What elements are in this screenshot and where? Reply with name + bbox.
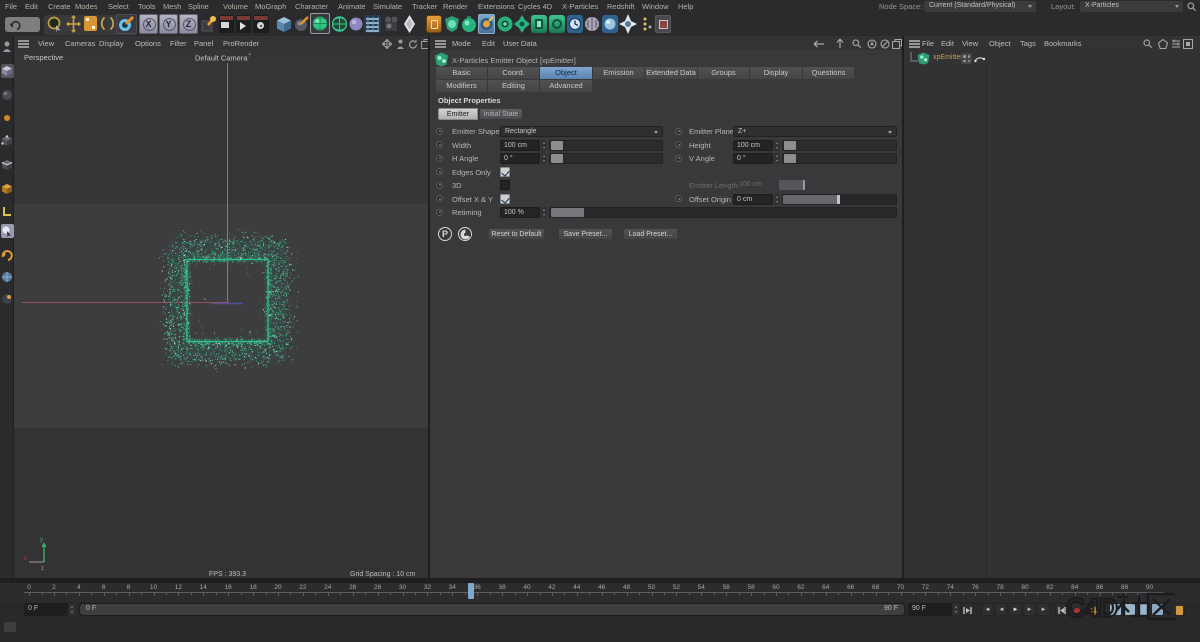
svg-text:y: y	[40, 537, 43, 543]
svg-text:x: x	[24, 556, 27, 562]
svg-text:C4D: C4D	[1066, 593, 1118, 623]
svg-text:z: z	[41, 566, 44, 572]
